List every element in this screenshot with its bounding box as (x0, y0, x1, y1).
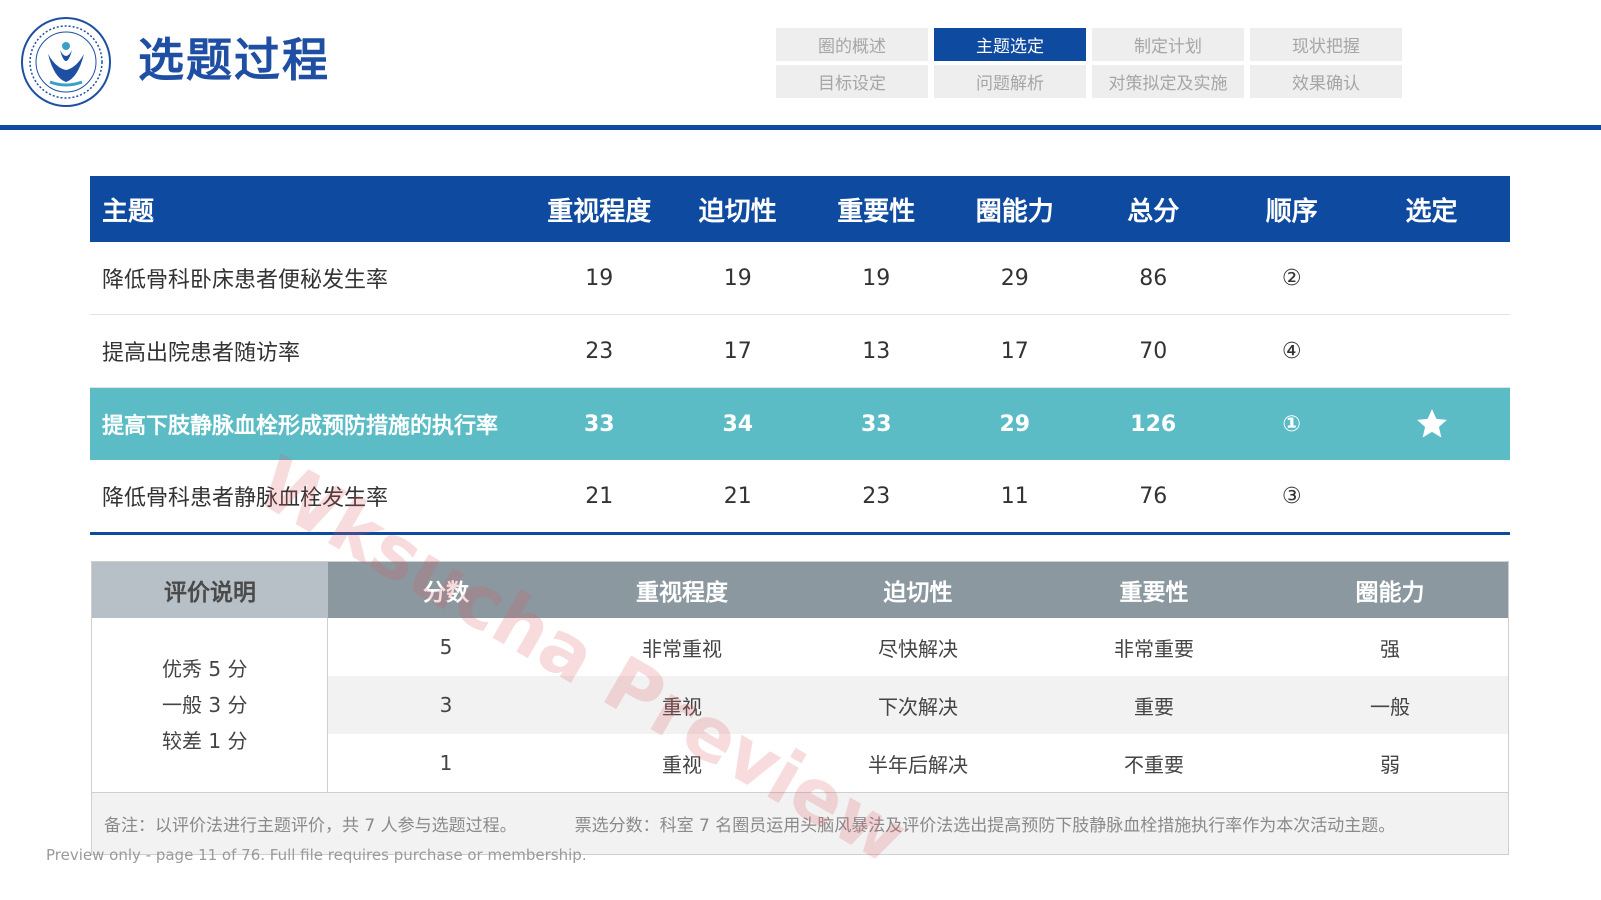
footnote-voting: 票选分数：科室 7 名圈员运用头脑风暴法及评价法选出提高预防下肢静脉血栓措施执行… (574, 816, 1396, 836)
nav-item-plan[interactable]: 制定计划 (1092, 28, 1244, 61)
nav-item-effect-confirmation[interactable]: 效果确认 (1250, 65, 1402, 98)
rating-row: 1 重视 半年后解决 不重要 弱 (328, 734, 1508, 792)
score-cell: 19 (723, 265, 752, 291)
table-row: 降低骨科卧床患者便秘发生率 19 19 19 29 86 ② (90, 242, 1510, 315)
total-cell: 126 (1130, 411, 1177, 437)
col-header-order: 顺序 (1265, 196, 1318, 227)
score-cell: 23 (862, 483, 891, 509)
rating-header-attention: 重视程度 (636, 580, 728, 606)
score-cell: 29 (999, 411, 1031, 437)
rating-cell: 重要 (1134, 694, 1174, 719)
legend-line: 较差 1 分 (162, 729, 248, 753)
col-header-urgency: 迫切性 (698, 196, 777, 227)
rating-cell: 不重要 (1124, 752, 1184, 777)
score-cell: 11 (1000, 483, 1029, 509)
score-cell: 19 (585, 265, 614, 291)
header: 选题过程 圈的概述 主题选定 制定计划 现状把握 目标设定 问题解析 对策拟定及… (0, 0, 1601, 126)
legend-line: 优秀 5 分 (162, 657, 248, 681)
score-cell: 19 (862, 265, 891, 291)
score-cell: 23 (585, 338, 614, 364)
rating-cell: 强 (1380, 636, 1400, 661)
score-cell: 17 (723, 338, 752, 364)
rating-cell: 重视 (662, 752, 702, 777)
total-cell: 86 (1139, 265, 1168, 291)
topic-scoring-table: 主题 重视程度 迫切性 重要性 圈能力 总分 顺序 选定 降低骨科卧床患者便秘发… (90, 176, 1510, 535)
order-cell: ① (1282, 411, 1302, 437)
rating-cell: 弱 (1380, 752, 1400, 777)
rating-cell: 5 (439, 635, 453, 659)
rating-cell: 尽快解决 (878, 636, 958, 661)
nav-item-current-status[interactable]: 现状把握 (1250, 28, 1402, 61)
rating-cell: 一般 (1370, 694, 1410, 719)
rating-cell: 半年后解决 (868, 752, 968, 777)
rating-cell: 3 (439, 693, 453, 717)
col-header-capability: 圈能力 (975, 196, 1054, 227)
topic-cell: 降低骨科卧床患者便秘发生率 (102, 268, 389, 293)
topic-cell: 提高下肢静脉血栓形成预防措施的执行率 (102, 414, 499, 439)
topic-cell: 降低骨科患者静脉血栓发生率 (102, 486, 389, 511)
score-cell: 21 (723, 483, 752, 509)
order-cell: ② (1281, 265, 1302, 291)
table-row-selected: 提高下肢静脉血栓形成预防措施的执行率 33 34 33 29 126 ① (90, 388, 1510, 460)
rating-cell: 重视 (662, 694, 702, 719)
nav-item-topic-selection[interactable]: 主题选定 (934, 28, 1086, 61)
header-divider (0, 125, 1601, 130)
nav-item-problem-analysis[interactable]: 问题解析 (934, 65, 1086, 98)
table-header-row: 主题 重视程度 迫切性 重要性 圈能力 总分 顺序 选定 (90, 176, 1510, 242)
rating-header-urgency: 迫切性 (883, 580, 953, 606)
rating-body: 优秀 5 分 一般 3 分 较差 1 分 5 非常重视 尽快解决 非常重要 强 … (92, 618, 1508, 792)
rating-legend: 优秀 5 分 一般 3 分 较差 1 分 (92, 618, 328, 792)
rating-row: 3 重视 下次解决 重要 一般 (328, 676, 1508, 734)
footnote-remark: 备注：以评价法进行主题评价，共 7 人参与选题过程。 (104, 816, 517, 836)
legend-line: 一般 3 分 (162, 693, 248, 717)
rating-cell: 1 (439, 751, 453, 775)
score-cell: 33 (583, 411, 615, 437)
col-header-selected: 选定 (1405, 196, 1458, 227)
rating-criteria-table: 评价说明 分数 重视程度 迫切性 重要性 圈能力 优秀 5 分 一般 3 分 较… (91, 561, 1509, 855)
preview-notice: Preview only - page 11 of 76. Full file … (46, 846, 587, 864)
score-cell: 21 (585, 483, 614, 509)
score-cell: 29 (1000, 265, 1029, 291)
rating-header-row: 评价说明 分数 重视程度 迫切性 重要性 圈能力 (92, 562, 1508, 618)
rating-cell: 下次解决 (878, 694, 958, 719)
score-cell: 33 (860, 411, 892, 437)
table-row: 降低骨科患者静脉血栓发生率 21 21 23 11 76 ③ (90, 460, 1510, 535)
rating-header-score: 分数 (423, 580, 469, 606)
score-cell: 17 (1000, 338, 1029, 364)
rating-row: 5 非常重视 尽快解决 非常重要 强 (328, 618, 1508, 676)
nav-item-overview[interactable]: 圈的概述 (776, 28, 928, 61)
order-cell: ③ (1281, 483, 1302, 509)
col-header-attention: 重视程度 (547, 196, 652, 227)
section-nav: 圈的概述 主题选定 制定计划 现状把握 目标设定 问题解析 对策拟定及实施 效果… (776, 28, 1402, 98)
total-cell: 70 (1139, 338, 1168, 364)
table-row: 提高出院患者随访率 23 17 13 17 70 ④ (90, 315, 1510, 388)
score-cell: 34 (722, 411, 754, 437)
rating-cell: 非常重视 (642, 636, 722, 661)
rating-rows: 5 非常重视 尽快解决 非常重要 强 3 重视 下次解决 重要 一般 1 重视 … (328, 618, 1508, 792)
total-cell: 76 (1139, 483, 1168, 509)
rating-header-importance: 重要性 (1119, 580, 1189, 606)
score-cell: 13 (862, 338, 891, 364)
col-header-topic: 主题 (102, 196, 155, 227)
rating-header-legend: 评价说明 (92, 562, 328, 618)
hospital-logo-icon (21, 17, 111, 107)
star-icon (1416, 409, 1447, 438)
topic-cell: 提高出院患者随访率 (102, 341, 301, 366)
order-cell: ④ (1281, 338, 1302, 364)
selected-cell (1361, 407, 1502, 441)
col-header-importance: 重要性 (837, 196, 916, 227)
rating-cell: 非常重要 (1114, 636, 1194, 661)
nav-item-countermeasures[interactable]: 对策拟定及实施 (1092, 65, 1244, 98)
rating-header-capability: 圈能力 (1355, 580, 1425, 606)
page-title: 选题过程 (138, 33, 330, 87)
rating-footnote: 备注：以评价法进行主题评价，共 7 人参与选题过程。 票选分数：科室 7 名圈员… (92, 792, 1508, 854)
nav-item-goal-setting[interactable]: 目标设定 (776, 65, 928, 98)
col-header-total: 总分 (1127, 196, 1180, 227)
